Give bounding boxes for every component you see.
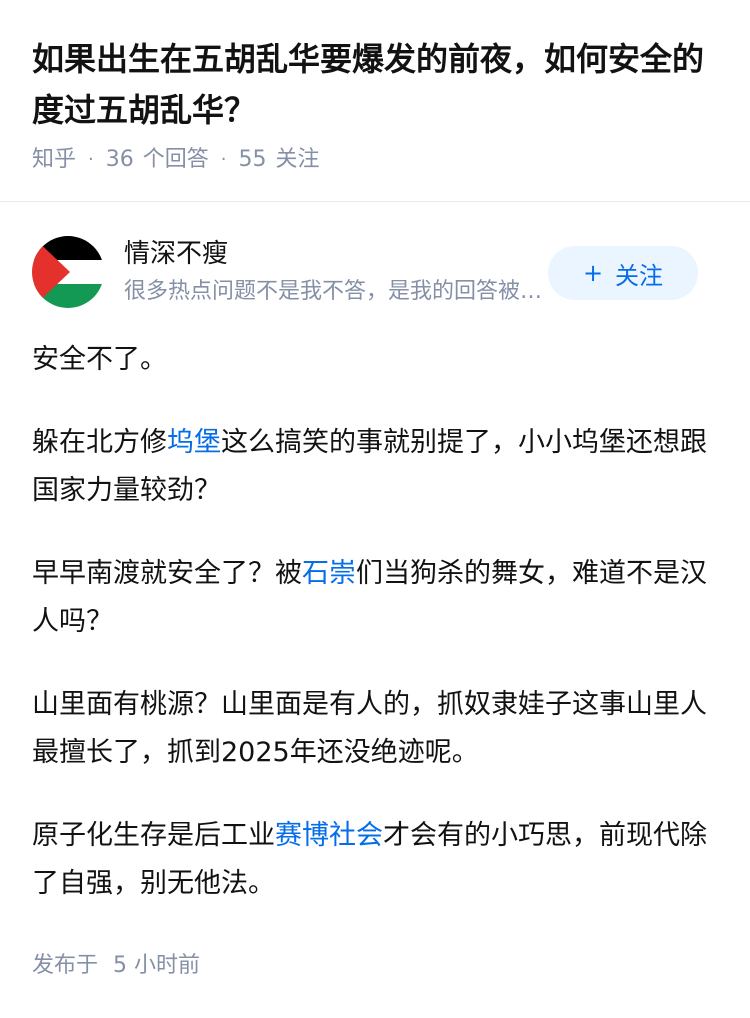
follower-count: 55: [238, 147, 267, 172]
plus-icon: +: [582, 259, 604, 287]
answer-paragraph: 山里面有桃源？山里面是有人的，抓奴隶娃子这事山里人最擅长了，抓到2025年还没绝…: [32, 689, 707, 768]
topic-link-wubao[interactable]: 坞堡: [167, 427, 221, 458]
answer-count: 36: [105, 147, 134, 172]
topic-link-shichong[interactable]: 石崇: [302, 558, 356, 589]
answer-paragraph: 安全不了。: [32, 344, 167, 375]
publish-label: 发布于: [32, 953, 99, 978]
separator-dot: ·: [88, 149, 94, 170]
answer-paragraph: 早早南渡就安全了？被石崇们当狗杀的舞女，难道不是汉人吗？: [32, 558, 707, 637]
author-info: 情深不瘦 很多热点问题不是我不答，是我的回答被删了… + 关注: [32, 236, 718, 310]
source-label[interactable]: 知乎: [32, 143, 76, 177]
divider: [0, 201, 750, 202]
question-meta: 知乎 · 36 个回答 · 55 关注: [32, 143, 320, 177]
separator-dot: ·: [220, 149, 227, 170]
author-bio: 很多热点问题不是我不答，是我的回答被删了…: [124, 279, 544, 304]
follower-count-label[interactable]: 关注: [276, 143, 320, 177]
answer-paragraph: 躲在北方修坞堡这么搞笑的事就别提了，小小坞堡还想跟国家力量较劲？: [32, 427, 707, 506]
publish-time-value: 5 小时前: [113, 953, 201, 978]
question-title[interactable]: 如果出生在五胡乱华要爆发的前夜，如何安全的度过五胡乱华？: [32, 34, 722, 136]
topic-link-cyber-society[interactable]: 赛博社会: [275, 820, 383, 851]
publish-time: 发布于 5 小时前: [32, 949, 200, 983]
answer-content: 安全不了。 躲在北方修坞堡这么搞笑的事就别提了，小小坞堡还想跟国家力量较劲？ 早…: [32, 336, 718, 943]
follow-button[interactable]: + 关注: [548, 246, 698, 300]
answer-paragraph: 原子化生存是后工业赛博社会才会有的小巧思，前现代除了自强，别无他法。: [32, 820, 707, 899]
avatar[interactable]: [32, 236, 104, 308]
author-name[interactable]: 情深不瘦: [124, 236, 228, 272]
answer-count-label[interactable]: 个回答: [143, 143, 209, 177]
follow-button-label: 关注: [615, 261, 664, 290]
palestine-flag-icon: [32, 236, 104, 308]
